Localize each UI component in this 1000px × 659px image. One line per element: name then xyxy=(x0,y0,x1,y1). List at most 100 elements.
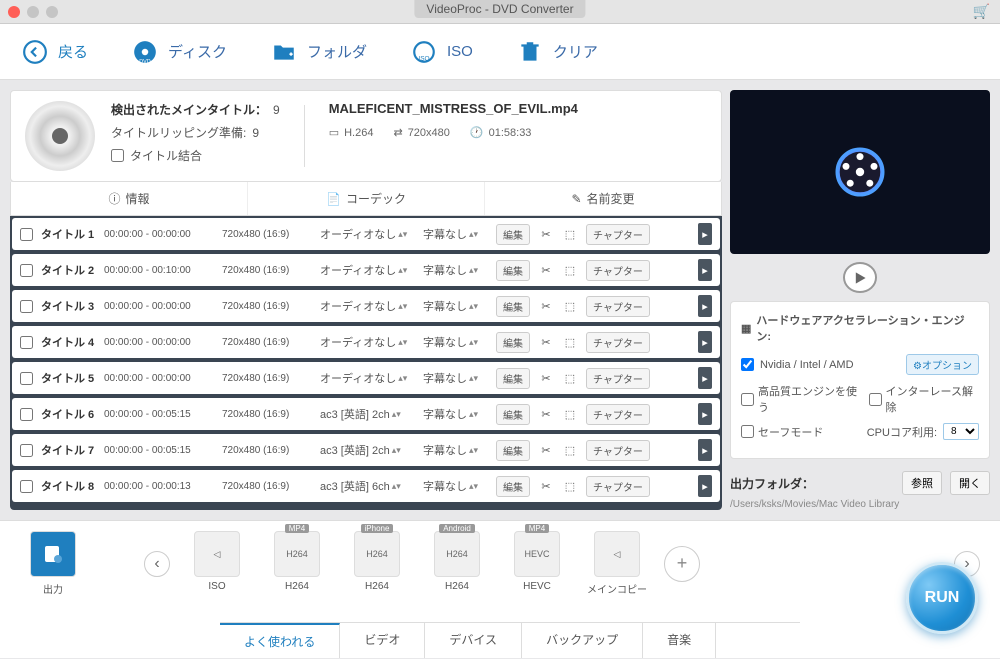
deinterlace-checkbox[interactable] xyxy=(869,393,882,406)
cut-icon[interactable]: ✂ xyxy=(538,406,554,422)
title-checkbox[interactable] xyxy=(20,264,33,277)
chapter-button[interactable]: チャプター xyxy=(586,404,650,425)
title-subtitle-select[interactable]: 字幕なし ▴▾ xyxy=(423,406,488,422)
chapter-icon[interactable]: ⬚ xyxy=(562,226,578,242)
chapter-button[interactable]: チャプター xyxy=(586,368,650,389)
chapter-button[interactable]: チャプター xyxy=(586,260,650,281)
back-button[interactable]: 戻る xyxy=(20,37,88,67)
play-button[interactable] xyxy=(843,262,877,293)
output-settings-button[interactable]: 出力 xyxy=(20,531,86,596)
gpu-checkbox[interactable] xyxy=(741,358,754,371)
cut-icon[interactable]: ✂ xyxy=(538,334,554,350)
tab-video[interactable]: ビデオ xyxy=(340,623,425,658)
title-audio-select[interactable]: オーディオなし ▴▾ xyxy=(320,298,415,314)
maximize-window-button[interactable] xyxy=(46,6,58,18)
chapter-icon[interactable]: ⬚ xyxy=(562,442,578,458)
title-subtitle-select[interactable]: 字幕なし ▴▾ xyxy=(423,442,488,458)
close-window-button[interactable] xyxy=(8,6,20,18)
expand-row-button[interactable]: ▸ xyxy=(698,223,712,245)
title-checkbox[interactable] xyxy=(20,480,33,493)
title-audio-select[interactable]: ac3 [英語] 6ch ▴▾ xyxy=(320,478,415,494)
run-button[interactable]: RUN xyxy=(906,562,978,634)
title-audio-select[interactable]: オーディオなし ▴▾ xyxy=(320,370,415,386)
title-row[interactable]: タイトル 4 00:00:00 - 00:00:00 720x480 (16:9… xyxy=(12,326,720,358)
title-subtitle-select[interactable]: 字幕なし ▴▾ xyxy=(423,226,488,242)
expand-row-button[interactable]: ▸ xyxy=(698,331,712,353)
preset-prev-button[interactable]: ‹ xyxy=(144,551,170,577)
title-row[interactable]: タイトル 7 00:00:00 - 00:05:15 720x480 (16:9… xyxy=(12,434,720,466)
cut-icon[interactable]: ✂ xyxy=(538,226,554,242)
title-row[interactable]: タイトル 5 00:00:00 - 00:00:00 720x480 (16:9… xyxy=(12,362,720,394)
preset-item[interactable]: ◁ メインコピー xyxy=(584,531,650,596)
title-audio-select[interactable]: ac3 [英語] 2ch ▴▾ xyxy=(320,406,415,422)
chapter-icon[interactable]: ⬚ xyxy=(562,478,578,494)
preset-item[interactable]: iPhone H264 H264 xyxy=(344,531,410,596)
title-audio-select[interactable]: オーディオなし ▴▾ xyxy=(320,226,415,242)
preset-item[interactable]: ◁ ISO xyxy=(184,531,250,596)
disc-button[interactable]: DVD ディスク xyxy=(130,37,227,67)
tab-device[interactable]: デバイス xyxy=(425,623,522,658)
edit-button[interactable]: 編集 xyxy=(496,368,530,389)
title-row[interactable]: タイトル 1 00:00:00 - 00:00:00 720x480 (16:9… xyxy=(12,218,720,250)
edit-button[interactable]: 編集 xyxy=(496,404,530,425)
expand-row-button[interactable]: ▸ xyxy=(698,295,712,317)
edit-button[interactable]: 編集 xyxy=(496,296,530,317)
title-checkbox[interactable] xyxy=(20,228,33,241)
safemode-checkbox[interactable] xyxy=(741,425,754,438)
title-subtitle-select[interactable]: 字幕なし ▴▾ xyxy=(423,370,488,386)
cut-icon[interactable]: ✂ xyxy=(538,478,554,494)
hq-engine-checkbox[interactable] xyxy=(741,393,754,406)
title-audio-select[interactable]: オーディオなし ▴▾ xyxy=(320,334,415,350)
edit-button[interactable]: 編集 xyxy=(496,440,530,461)
minimize-window-button[interactable] xyxy=(27,6,39,18)
title-subtitle-select[interactable]: 字幕なし ▴▾ xyxy=(423,298,488,314)
expand-row-button[interactable]: ▸ xyxy=(698,475,712,497)
iso-button[interactable]: ISO ISO xyxy=(409,37,473,67)
edit-button[interactable]: 編集 xyxy=(496,224,530,245)
title-checkbox[interactable] xyxy=(20,408,33,421)
preset-item[interactable]: Android H264 H264 xyxy=(424,531,490,596)
tab-backup[interactable]: バックアップ xyxy=(522,623,643,658)
chapter-button[interactable]: チャプター xyxy=(586,296,650,317)
title-checkbox[interactable] xyxy=(20,300,33,313)
preset-item[interactable]: MP4 H264 H264 xyxy=(264,531,330,596)
expand-row-button[interactable]: ▸ xyxy=(698,259,712,281)
clear-button[interactable]: クリア xyxy=(515,37,598,67)
edit-button[interactable]: 編集 xyxy=(496,260,530,281)
chapter-button[interactable]: チャプター xyxy=(586,440,650,461)
tab-music[interactable]: 音楽 xyxy=(643,623,716,658)
expand-row-button[interactable]: ▸ xyxy=(698,439,712,461)
cut-icon[interactable]: ✂ xyxy=(538,370,554,386)
chapter-button[interactable]: チャプター xyxy=(586,332,650,353)
title-audio-select[interactable]: オーディオなし ▴▾ xyxy=(320,262,415,278)
title-checkbox[interactable] xyxy=(20,444,33,457)
cart-icon[interactable]: 🛒 xyxy=(973,3,990,20)
chapter-icon[interactable]: ⬚ xyxy=(562,262,578,278)
edit-button[interactable]: 編集 xyxy=(496,476,530,497)
title-row[interactable]: タイトル 6 00:00:00 - 00:05:15 720x480 (16:9… xyxy=(12,398,720,430)
title-row[interactable]: タイトル 2 00:00:00 - 00:10:00 720x480 (16:9… xyxy=(12,254,720,286)
expand-row-button[interactable]: ▸ xyxy=(698,403,712,425)
chapter-icon[interactable]: ⬚ xyxy=(562,370,578,386)
tab-rename[interactable]: ✎名前変更 xyxy=(485,182,721,215)
chapter-button[interactable]: チャプター xyxy=(586,224,650,245)
cut-icon[interactable]: ✂ xyxy=(538,442,554,458)
folder-button[interactable]: フォルダ xyxy=(269,37,367,67)
expand-row-button[interactable]: ▸ xyxy=(698,367,712,389)
cut-icon[interactable]: ✂ xyxy=(538,298,554,314)
merge-titles-checkbox[interactable] xyxy=(111,149,124,162)
title-checkbox[interactable] xyxy=(20,372,33,385)
title-audio-select[interactable]: ac3 [英語] 2ch ▴▾ xyxy=(320,442,415,458)
cut-icon[interactable]: ✂ xyxy=(538,262,554,278)
title-subtitle-select[interactable]: 字幕なし ▴▾ xyxy=(423,478,488,494)
tab-codec[interactable]: 📄コーデック xyxy=(248,182,485,215)
title-checkbox[interactable] xyxy=(20,336,33,349)
title-subtitle-select[interactable]: 字幕なし ▴▾ xyxy=(423,334,488,350)
edit-button[interactable]: 編集 xyxy=(496,332,530,353)
preset-item[interactable]: MP4 HEVC HEVC xyxy=(504,531,570,596)
add-preset-button[interactable]: + xyxy=(664,546,700,582)
chapter-icon[interactable]: ⬚ xyxy=(562,298,578,314)
tab-popular[interactable]: よく使われる xyxy=(220,623,340,658)
chapter-icon[interactable]: ⬚ xyxy=(562,406,578,422)
title-row[interactable]: タイトル 8 00:00:00 - 00:00:13 720x480 (16:9… xyxy=(12,470,720,502)
